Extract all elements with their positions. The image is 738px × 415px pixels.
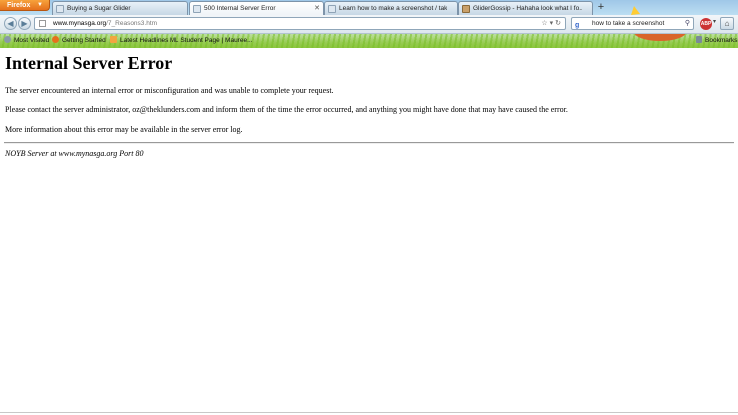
- search-query: how to take a screenshot: [592, 20, 665, 27]
- log-info: More information about this error may be…: [5, 125, 243, 134]
- tab-label: 500 Internal Server Error: [204, 5, 276, 12]
- page-favicon-icon: [193, 5, 201, 13]
- chevron-down-icon: ▼: [37, 2, 43, 8]
- bookmark-student-page[interactable]: ML Student Page | Mauree...: [170, 34, 253, 48]
- horizontal-divider: [4, 142, 734, 144]
- bookmark-label: Most Visited: [14, 37, 50, 44]
- bookmark-getting-started[interactable]: Getting Started: [52, 34, 106, 48]
- back-button[interactable]: ◀: [4, 17, 17, 30]
- bookmarks-menu-label: Bookmarks: [705, 37, 738, 44]
- tab-label: GliderGossip - Hahaha look what I fo...: [473, 5, 582, 12]
- url-path: /7_Reasons3.htm: [106, 20, 158, 27]
- tab-label: Buying a Sugar Glider: [67, 5, 131, 12]
- page-icon: [39, 20, 46, 27]
- address-bar[interactable]: www.mynasga.org/7_Reasons3.htm ☆ ▾ ↻: [34, 17, 566, 30]
- bookmark-most-visited[interactable]: Most Visited: [4, 34, 49, 48]
- bookmark-label: Getting Started: [62, 37, 106, 44]
- page-title: Internal Server Error: [5, 53, 173, 73]
- page-content: Internal Server Error The server encount…: [0, 48, 738, 415]
- home-button[interactable]: ⌂: [720, 17, 734, 30]
- chevron-down-icon[interactable]: ▾: [713, 18, 716, 25]
- browser-chrome: Firefox ▼ Buying a Sugar Glider 500 Inte…: [0, 0, 738, 48]
- bookmarks-icon: [696, 36, 702, 43]
- forward-arrow-icon: ▶: [21, 19, 28, 28]
- error-description: The server encountered an internal error…: [5, 86, 334, 95]
- contact-instructions: Please contact the server administrator,…: [5, 105, 568, 114]
- bookmarks-toolbar: Most Visited Getting Started Latest Head…: [0, 34, 738, 48]
- tab-buying-sugar-glider[interactable]: Buying a Sugar Glider: [52, 1, 188, 15]
- bookmarks-menu-button[interactable]: Bookmarks: [696, 34, 738, 48]
- bookmark-star-icon[interactable]: ☆: [541, 20, 547, 27]
- glider-favicon-icon: [462, 5, 470, 13]
- page-favicon-icon: [328, 5, 336, 13]
- firefox-icon: [52, 36, 59, 43]
- search-icon[interactable]: ⚲: [685, 18, 690, 29]
- bookmark-label: Student Page | Mauree...: [180, 37, 253, 44]
- adblock-plus-icon[interactable]: ABP: [700, 18, 712, 30]
- home-icon: ⌂: [724, 19, 730, 28]
- status-bar-edge: [0, 412, 738, 413]
- url-domain: www.mynasga.org: [53, 20, 107, 27]
- firefox-menu-button[interactable]: Firefox ▼: [0, 0, 50, 11]
- reload-icon[interactable]: ↻: [555, 20, 561, 27]
- server-signature: NOYB Server at www.mynasga.org Port 80: [5, 149, 144, 158]
- new-tab-button[interactable]: +: [594, 2, 608, 14]
- history-dropdown-icon[interactable]: ▾: [550, 20, 554, 27]
- tab-label: Learn how to make a screenshot / tak...: [339, 5, 447, 12]
- tab-internal-server-error[interactable]: 500 Internal Server Error ✕: [189, 1, 324, 16]
- ml-icon: ML: [170, 38, 179, 44]
- back-arrow-icon: ◀: [7, 19, 14, 28]
- tab-learn-screenshot[interactable]: Learn how to make a screenshot / tak...: [324, 1, 458, 15]
- bookmark-latest-headlines[interactable]: Latest Headlines: [110, 34, 168, 48]
- navigation-toolbar: ◀ ▶ www.mynasga.org/7_Reasons3.htm ☆ ▾ ↻…: [0, 15, 738, 34]
- close-tab-icon[interactable]: ✕: [314, 2, 320, 15]
- bookmark-label: Latest Headlines: [120, 37, 169, 44]
- rss-icon: [110, 36, 117, 43]
- firefox-menu-label: Firefox: [7, 2, 31, 9]
- page-favicon-icon: [56, 5, 64, 13]
- google-search-engine-icon[interactable]: g: [575, 20, 579, 31]
- tab-glidergossip[interactable]: GliderGossip - Hahaha look what I fo...: [458, 1, 593, 15]
- search-input[interactable]: g how to take a screenshot ⚲: [571, 17, 694, 30]
- gear-icon: [4, 36, 11, 43]
- forward-button[interactable]: ▶: [18, 17, 31, 30]
